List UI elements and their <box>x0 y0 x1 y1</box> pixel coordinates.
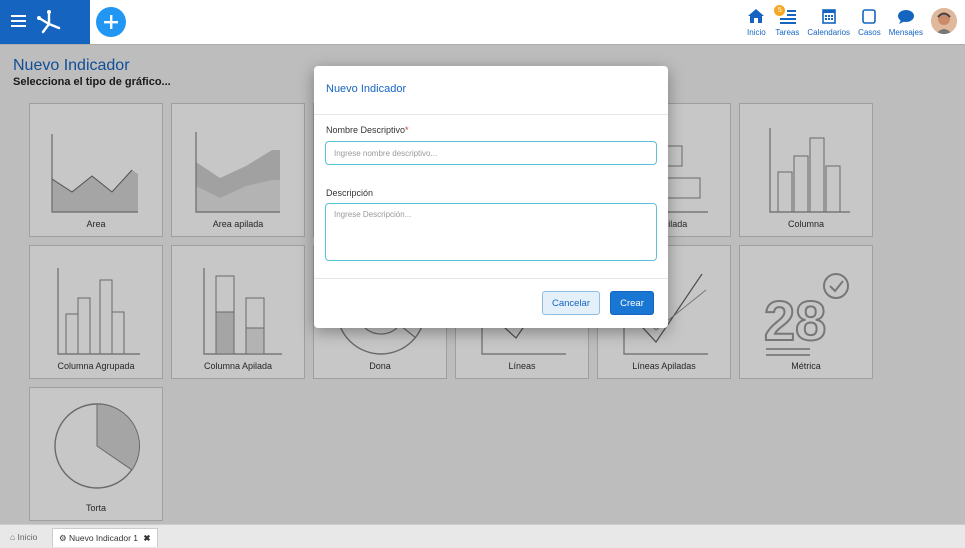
required-mark: * <box>405 125 409 135</box>
dialog-title: Nuevo Indicador <box>326 83 407 95</box>
name-label: Nombre Descriptivo* <box>326 125 409 135</box>
nav-calendarios-label: Calendarios <box>807 28 851 37</box>
home-icon <box>748 9 765 23</box>
nav-inicio[interactable]: Inicio <box>745 0 767 37</box>
cancel-button[interactable]: Cancelar <box>542 291 600 315</box>
name-label-text: Nombre Descriptivo <box>326 125 406 135</box>
nav-mensajes[interactable]: Mensajes <box>889 0 923 37</box>
nav-inicio-label: Inicio <box>747 28 766 37</box>
create-button[interactable]: Crear <box>610 291 654 315</box>
nav-tareas-label: Tareas <box>775 28 800 37</box>
cases-icon <box>862 9 877 24</box>
top-nav: Inicio 5 Tareas Calendarios Casos Mensaj… <box>741 0 965 44</box>
bottom-tab-bar: ⌂ Inicio ⚙ Nuevo Indicador 1 ✖ <box>0 524 965 548</box>
avatar[interactable] <box>931 8 957 34</box>
add-button[interactable] <box>96 7 126 37</box>
brand-area <box>0 0 90 44</box>
nav-casos-label: Casos <box>858 28 881 37</box>
nav-tareas[interactable]: 5 Tareas <box>774 0 800 37</box>
tab-inicio-label: Inicio <box>17 532 38 542</box>
dialog-footer-divider <box>314 278 668 279</box>
user-avatar-icon <box>931 8 957 34</box>
description-label: Descripción <box>326 188 374 198</box>
home-icon: ⌂ <box>10 532 16 542</box>
gear-icon: ⚙ <box>59 533 67 543</box>
name-input[interactable] <box>325 141 657 165</box>
close-icon[interactable]: ✖ <box>143 533 150 543</box>
nav-mensajes-label: Mensajes <box>888 28 923 37</box>
app-logo-icon[interactable] <box>34 8 64 36</box>
top-bar: Inicio 5 Tareas Calendarios Casos Mensaj… <box>0 0 965 45</box>
calendar-icon <box>821 9 836 24</box>
tab-nuevo-indicador-label: Nuevo Indicador 1 <box>69 533 138 543</box>
nav-casos[interactable]: Casos <box>858 0 881 37</box>
tab-inicio[interactable]: ⌂ Inicio <box>4 528 43 546</box>
menu-icon[interactable] <box>10 11 30 31</box>
messages-icon <box>897 10 914 24</box>
new-indicator-dialog: Nuevo Indicador Nombre Descriptivo* Desc… <box>314 66 668 328</box>
tasks-icon-wrap: 5 <box>774 5 798 26</box>
description-textarea[interactable] <box>325 203 657 261</box>
plus-icon <box>104 15 118 29</box>
nav-calendarios[interactable]: Calendarios <box>807 0 850 37</box>
dialog-header: Nuevo Indicador <box>314 66 668 115</box>
tab-nuevo-indicador[interactable]: ⚙ Nuevo Indicador 1 ✖ <box>52 528 158 547</box>
